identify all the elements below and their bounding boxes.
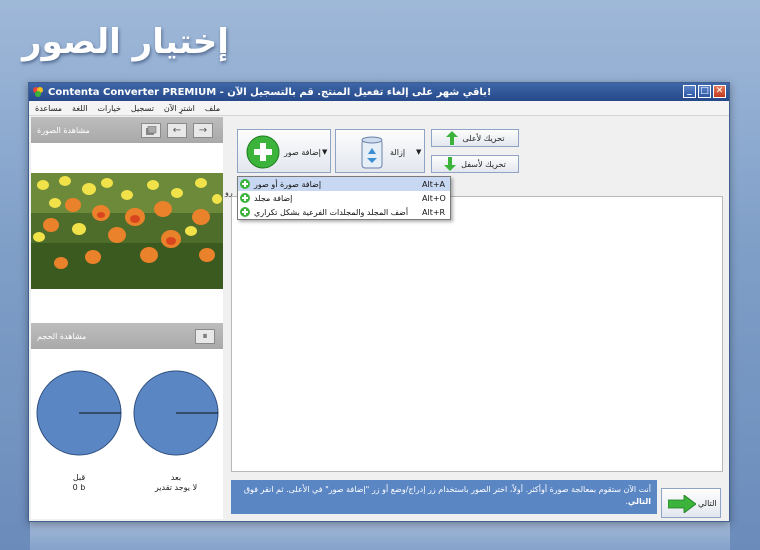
left-pane: مشاهدة الصورة ← → مشاهدة الحجم ⏸ قبل 0 b…: [31, 117, 223, 519]
dropdown-item-add-images[interactable]: إضافة صورة أو صور Alt+A: [238, 177, 450, 191]
menu-file[interactable]: ملف: [205, 104, 220, 113]
dropdown-item-label: إضافة صورة أو صور: [254, 179, 322, 189]
previous-image-button[interactable]: ←: [167, 123, 187, 138]
size-preview: قبل 0 b بعد لا يوجد تقدير: [31, 349, 223, 519]
menu-buy-now[interactable]: اشترِ الآن: [164, 104, 195, 113]
instructions-box: أنت الآن ستقوم بمعالجة صورة أوأكثر. أولا…: [231, 480, 657, 514]
recycle-bin-icon: [361, 136, 383, 169]
dropdown-item-label: إضافة مجلد: [254, 193, 293, 203]
window-titlebar[interactable]: Contenta Converter PREMIUM - باقي شهر عل…: [29, 83, 729, 101]
menu-options[interactable]: خيارات: [98, 104, 121, 113]
dropdown-item-shortcut: Alt+R: [422, 207, 446, 217]
image-preview: [31, 143, 223, 323]
add-green-icon: [246, 135, 280, 169]
dropdown-item-label: أضف المجلد والمجلدات الفرعية بشكل تكراري: [254, 207, 409, 217]
image-list[interactable]: [231, 196, 723, 472]
dropdown-item-shortcut: Alt+O: [422, 193, 446, 203]
size-pie-charts: [36, 370, 219, 456]
menu-bar: مساعدة اللغة خيارات تسجيل اشترِ الآن ملف: [29, 101, 729, 116]
right-pane: إضافة صور ▼ إزالة ▼ تحريك لأعلى تحريك لأ…: [225, 117, 727, 519]
arrow-right-icon: [668, 495, 696, 513]
image-stack-icon: [146, 125, 157, 135]
dropdown-item-add-folder-recursive[interactable]: أضف المجلد والمجلدات الفرعية بشكل تكراري…: [238, 205, 450, 219]
next-image-button[interactable]: →: [193, 123, 213, 138]
next-button[interactable]: التالي: [661, 488, 721, 518]
window-reflection: [30, 522, 730, 550]
instructions-next-word: التالي: [627, 497, 651, 506]
maximize-button[interactable]: □: [698, 85, 711, 98]
before-value: 0 b: [72, 483, 86, 492]
size-preview-title: مشاهدة الحجم: [37, 332, 87, 341]
after-value: لا يوجد تقدير: [154, 483, 198, 492]
next-label: التالي: [698, 499, 717, 508]
pause-button[interactable]: ⏸: [195, 329, 215, 344]
arrow-down-icon: [444, 157, 457, 171]
menu-help[interactable]: مساعدة: [35, 104, 62, 113]
add-green-icon: [240, 179, 250, 189]
after-label: بعد: [170, 473, 182, 482]
add-images-dropdown: إضافة صورة أو صور Alt+A إضافة مجلد Alt+O…: [237, 176, 451, 220]
arrow-up-icon: [445, 131, 458, 145]
image-preview-title: مشاهدة الصورة: [37, 126, 90, 135]
remove-label: إزالة: [390, 148, 406, 157]
move-up-label: تحريك لأعلى: [462, 133, 505, 143]
move-down-label: تحريك لأسفل: [461, 159, 506, 169]
minimize-button[interactable]: _: [683, 85, 696, 98]
chevron-down-icon: ▼: [322, 148, 328, 156]
move-up-button[interactable]: تحريك لأعلى: [431, 129, 519, 147]
chevron-down-icon: ▼: [416, 148, 422, 156]
dropdown-item-shortcut: Alt+A: [422, 179, 446, 189]
before-label: قبل: [72, 473, 86, 482]
add-images-label: إضافة صور: [284, 148, 321, 157]
dropdown-item-add-folder[interactable]: إضافة مجلد Alt+O: [238, 191, 450, 205]
tulip-photo: [31, 173, 223, 289]
window-title: Contenta Converter PREMIUM - باقي شهر عل…: [48, 86, 492, 98]
menu-register[interactable]: تسجيل: [131, 104, 154, 113]
size-preview-header: مشاهدة الحجم ⏸: [31, 323, 223, 349]
move-down-button[interactable]: تحريك لأسفل: [431, 155, 519, 173]
add-green-icon: [240, 207, 250, 217]
add-green-icon: [240, 193, 250, 203]
add-images-button[interactable]: إضافة صور ▼: [237, 129, 331, 173]
page-title: إختيار الصور: [22, 22, 229, 62]
instructions-text: أنت الآن ستقوم بمعالجة صورة أوأكثر. أولا…: [243, 485, 651, 494]
menu-language[interactable]: اللغة: [72, 104, 87, 113]
app-window: Contenta Converter PREMIUM - باقي شهر عل…: [28, 82, 730, 522]
app-logo-icon: [33, 87, 43, 97]
close-button[interactable]: ✕: [713, 85, 726, 98]
remove-button[interactable]: إزالة ▼: [335, 129, 425, 173]
rotate-button[interactable]: [141, 123, 161, 138]
image-preview-header: مشاهدة الصورة ← →: [31, 117, 223, 143]
